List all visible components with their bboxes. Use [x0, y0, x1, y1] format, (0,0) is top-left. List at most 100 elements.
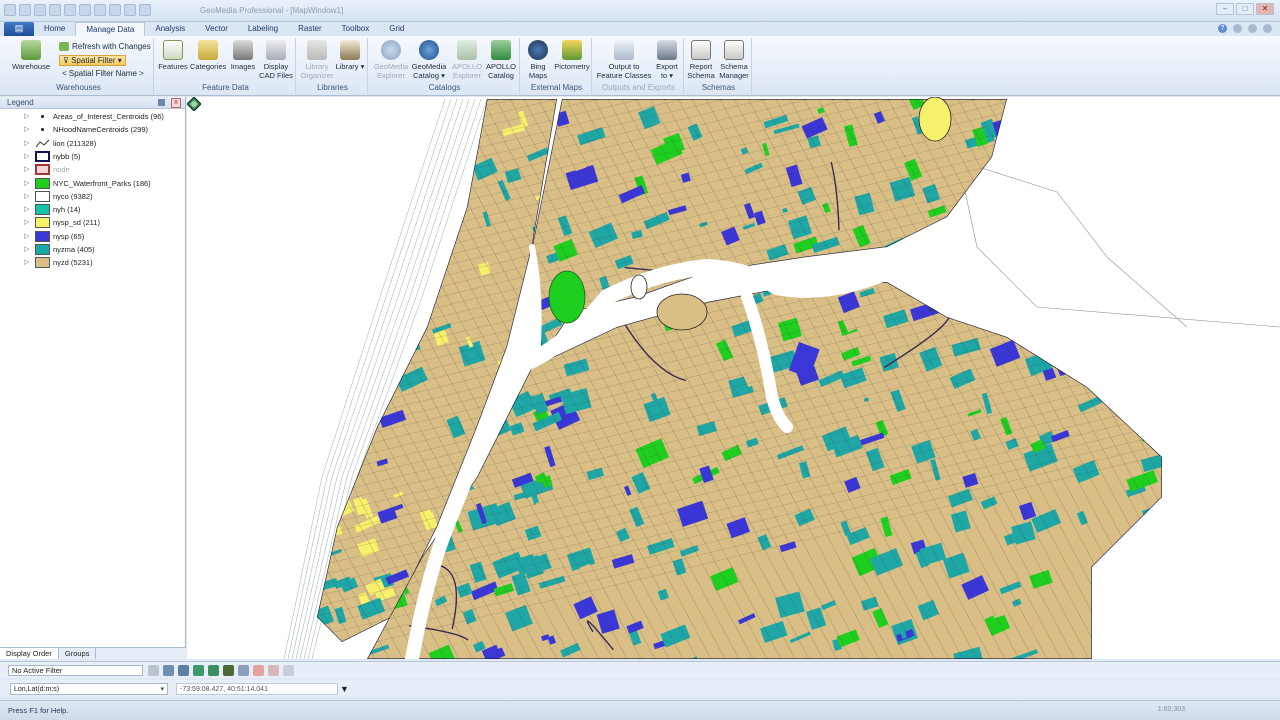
ribbon-minimize-icon[interactable]	[1233, 24, 1242, 33]
tab-labeling[interactable]: Labeling	[238, 22, 288, 36]
legend-entry[interactable]: ▷ nyco (9382)	[0, 190, 186, 203]
undo-icon[interactable]	[64, 4, 76, 16]
expand-arrow-icon[interactable]: ▷	[24, 166, 31, 173]
expand-arrow-icon[interactable]: ▷	[24, 113, 31, 120]
legend-entry[interactable]: ▷ nysp (65)	[0, 230, 186, 243]
tab-grid[interactable]: Grid	[379, 22, 414, 36]
map-window[interactable]	[187, 97, 1280, 659]
tab-groups[interactable]: Groups	[59, 648, 97, 659]
geomedia-catalog-button[interactable]: GeoMedia Catalog ▾	[410, 40, 448, 80]
output-to-feature-classes-button[interactable]: Output to Feature Classes	[596, 40, 652, 80]
filter-icon[interactable]	[148, 665, 159, 676]
tab-home[interactable]: Home	[34, 22, 75, 36]
open-icon[interactable]	[34, 4, 46, 16]
coordinate-menu-button[interactable]: ▼	[340, 684, 349, 694]
tab-vector[interactable]: Vector	[195, 22, 238, 36]
coordinate-readout-field[interactable]: -73:59:08.427, 40:51:14.041	[176, 683, 338, 695]
apollo-explorer-button[interactable]: APOLLO Explorer	[450, 40, 484, 80]
help-icon[interactable]: ?	[1218, 24, 1227, 33]
legend-entry[interactable]: ▷ NHoodNameCentroids (299)	[0, 123, 186, 136]
expand-arrow-icon[interactable]: ▷	[24, 219, 31, 226]
navigation-widget-icon[interactable]	[187, 97, 201, 111]
report-schema-button[interactable]: Report Schema	[686, 40, 716, 80]
select-icon[interactable]	[94, 4, 106, 16]
filter-apply-icon[interactable]	[163, 665, 174, 676]
app-icon[interactable]	[4, 4, 16, 16]
maximize-button[interactable]: □	[1236, 3, 1254, 15]
point-symbol-icon	[35, 111, 50, 122]
export-to-button[interactable]: Export to ▾	[652, 40, 682, 80]
legend-entry-label: lion (211328)	[53, 138, 97, 148]
refresh-icon[interactable]	[139, 4, 151, 16]
filter-table-icon[interactable]	[223, 665, 234, 676]
expand-arrow-icon[interactable]: ▷	[24, 180, 31, 187]
apollo-catalog-button[interactable]: APOLLO Catalog	[484, 40, 518, 80]
area-symbol-icon	[35, 257, 50, 269]
legend-entry[interactable]: ▷ nyzd (5231)	[0, 256, 186, 269]
expand-arrow-icon[interactable]: ▷	[24, 153, 31, 160]
group-external-maps: Bing Maps Pictometry External Maps	[522, 38, 592, 94]
tab-display-order[interactable]: Display Order	[0, 648, 59, 659]
zoom-icon[interactable]	[109, 4, 121, 16]
legend-entry[interactable]: ▷ nyzma (405)	[0, 243, 186, 256]
ribbon-close-icon[interactable]	[1263, 24, 1272, 33]
filter-more-icon[interactable]	[283, 665, 294, 676]
ribbon-restore-icon[interactable]	[1248, 24, 1257, 33]
display-cad-files-button[interactable]: Display CAD Files	[258, 40, 294, 80]
library-organizer-button[interactable]: Library Organizer	[300, 40, 334, 80]
features-button[interactable]: Features	[158, 40, 188, 71]
legend-entry[interactable]: ▷ nysp_sd (211)	[0, 216, 186, 229]
legend-entry[interactable]: ▷ nybb (5)	[0, 150, 186, 163]
apollo-explorer-icon	[457, 40, 477, 60]
active-filter-field[interactable]: No Active Filter	[8, 665, 143, 676]
expand-arrow-icon[interactable]: ▷	[24, 246, 31, 253]
tab-analysis[interactable]: Analysis	[145, 22, 195, 36]
pictometry-button[interactable]: Pictometry	[552, 40, 592, 71]
minimize-button[interactable]: –	[1216, 3, 1234, 15]
categories-icon	[198, 40, 218, 60]
geomedia-explorer-button[interactable]: GeoMedia Explorer	[372, 40, 410, 80]
filter-select-icon[interactable]	[238, 665, 249, 676]
legend-entry[interactable]: ▷ lion (211328)	[0, 137, 186, 150]
coordinate-system-dropdown[interactable]: Lon,Lat(d:m:s) ▾	[10, 683, 168, 695]
expand-arrow-icon[interactable]: ▷	[24, 259, 31, 266]
expand-arrow-icon[interactable]: ▷	[24, 126, 31, 133]
pin-icon[interactable]	[158, 99, 165, 106]
save-icon[interactable]	[49, 4, 61, 16]
filter-delete-icon[interactable]	[253, 665, 264, 676]
library-button[interactable]: Library ▾	[334, 40, 366, 71]
legend-entry[interactable]: ▷ Areas_of_Interest_Centroids (96)	[0, 110, 186, 123]
legend-entry[interactable]: ▷ NYC_Waterfront_Parks (186)	[0, 177, 186, 190]
images-button[interactable]: Images	[228, 40, 258, 71]
filter-clear-icon[interactable]	[268, 665, 279, 676]
help-icons: ?	[1218, 24, 1272, 33]
spatial-filter-dropdown[interactable]: ⊽ Spatial Filter ▾	[59, 55, 126, 66]
new-icon[interactable]	[19, 4, 31, 16]
expand-arrow-icon[interactable]: ▷	[24, 140, 31, 147]
refresh-with-changes-button[interactable]: Refresh with Changes	[59, 42, 151, 51]
map-canvas[interactable]	[187, 97, 1280, 659]
group-label-catalogs: Catalogs	[428, 83, 461, 92]
close-button[interactable]: ✕	[1256, 3, 1274, 15]
bing-maps-button[interactable]: Bing Maps	[524, 40, 552, 80]
area-symbol-icon	[35, 150, 50, 162]
redo-icon[interactable]	[79, 4, 91, 16]
schema-manager-button[interactable]: Schema Manager	[716, 40, 752, 80]
expand-arrow-icon[interactable]: ▷	[24, 233, 31, 240]
warehouse-button[interactable]: Warehouse	[8, 40, 54, 71]
filter-refresh-icon[interactable]	[208, 665, 219, 676]
tab-toolbox[interactable]: Toolbox	[332, 22, 380, 36]
categories-button[interactable]: Categories	[190, 40, 226, 71]
expand-arrow-icon[interactable]: ▷	[24, 206, 31, 213]
legend-entry[interactable]: ▷ nyh (14)	[0, 203, 186, 216]
legend-entry[interactable]: ▷ node	[0, 163, 186, 176]
spatial-filter-name-dropdown[interactable]: < Spatial Filter Name >	[62, 69, 144, 78]
tab-manage-data[interactable]: Manage Data	[75, 22, 146, 36]
pan-icon[interactable]	[124, 4, 136, 16]
file-menu-button[interactable]: ▤	[4, 22, 34, 36]
filter-options-icon[interactable]	[178, 665, 189, 676]
legend-close-button[interactable]: x	[171, 98, 181, 108]
filter-edit-icon[interactable]	[193, 665, 204, 676]
expand-arrow-icon[interactable]: ▷	[24, 193, 31, 200]
tab-raster[interactable]: Raster	[288, 22, 332, 36]
